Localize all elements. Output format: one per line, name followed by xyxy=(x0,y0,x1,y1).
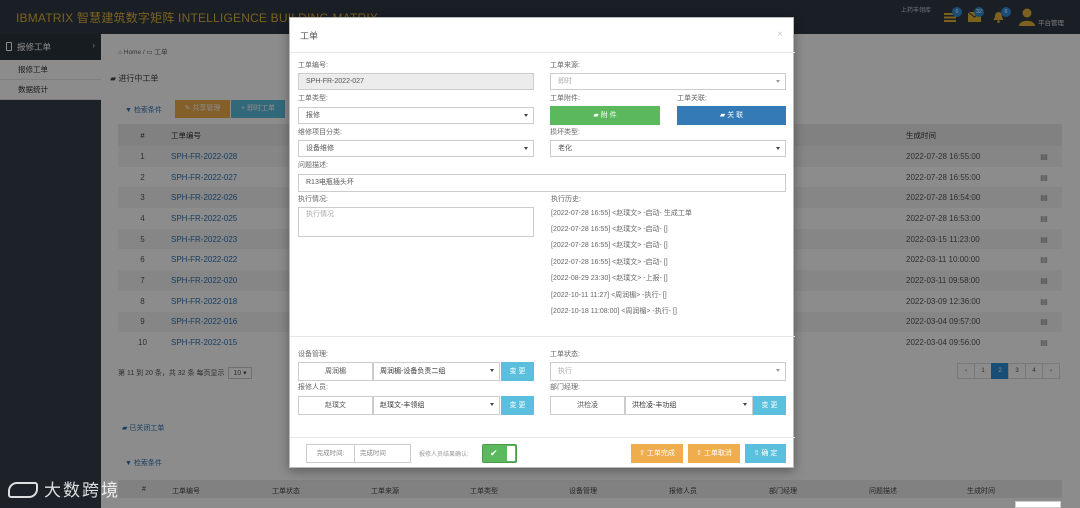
history-entry: [2022-07-28 16:55] <赵璞文> -启动- [] xyxy=(551,226,668,233)
ok-label: 确 定 xyxy=(761,450,778,457)
equip-select-value: 周润楣-设备负责二组 xyxy=(380,368,446,375)
finish-time-input[interactable]: 完成时间 xyxy=(357,450,386,457)
cancel-order-button[interactable]: ⇧ 工单取消 xyxy=(688,444,740,463)
check-icon: ✔ xyxy=(490,448,498,458)
manager-label: 部门经理: xyxy=(550,384,580,391)
ticket-no-label: 工单编号: xyxy=(298,62,328,69)
desc-label: 问题描述: xyxy=(298,162,328,169)
exec-textarea[interactable]: 执行情况 xyxy=(298,207,534,237)
attach-button-label: 附 件 xyxy=(600,112,617,119)
confirm-toggle[interactable]: ✔ xyxy=(482,444,517,463)
link-button[interactable]: ▰ 关 联 xyxy=(677,106,786,125)
manager-change-button[interactable]: 变 更 xyxy=(753,396,786,415)
exec-label: 执行情况: xyxy=(298,196,328,203)
desc-input[interactable]: R13电瓶插头坏 xyxy=(298,174,786,192)
history-entry: [2022-10-18 11:08:00] <周润楣> -执行- [] xyxy=(551,308,677,315)
history-entry: [2022-07-28 16:55] <赵璞文> -启动- [] xyxy=(551,259,668,266)
history-entry: [2022-07-28 16:55] <赵璞文> -启动- [] xyxy=(551,242,668,249)
ticket-no-input: SPH-FR-2022-027 xyxy=(298,73,534,90)
link-icon: ▰ xyxy=(719,112,726,119)
status-label: 工单状态: xyxy=(550,351,580,358)
type-label: 工单类型: xyxy=(298,95,328,102)
reporter-label: 报修人员: xyxy=(298,384,328,391)
watermark: 大数跨境 xyxy=(8,476,120,501)
category-select[interactable]: 设备维修 xyxy=(298,140,534,157)
manager-name: 洪检凌 xyxy=(550,396,625,415)
manager-select-value: 洪检凌-丰功组 xyxy=(632,402,677,409)
complete-order-label: 工单完成 xyxy=(646,450,675,457)
equip-label: 设备管理: xyxy=(298,351,328,358)
modal-title: 工单 xyxy=(300,31,319,41)
chevron-down-icon xyxy=(490,369,494,372)
status-select[interactable]: 执行 xyxy=(550,362,786,381)
history-entry: [2022-10-11 11:27] <周润楣> -执行- [] xyxy=(551,292,667,299)
chevron-down-icon xyxy=(524,147,528,150)
equip-select[interactable]: 周润楣-设备负责二组 xyxy=(373,362,500,381)
confirm-text: 报修人员结果确认: xyxy=(419,452,469,458)
category-label: 维修项目分类: xyxy=(298,129,342,136)
source-select[interactable]: 即时 xyxy=(550,73,786,90)
chevron-down-icon xyxy=(776,369,780,372)
attach-button[interactable]: ▰ 附 件 xyxy=(550,106,660,125)
reporter-select[interactable]: 赵璞文-丰领组 xyxy=(373,396,500,415)
work-order-modal: 工单 × 工单编号: SPH-FR-2022-027 工单来源: 即时 工单类型… xyxy=(289,17,795,468)
chevron-down-icon xyxy=(490,403,494,406)
manager-select[interactable]: 洪检凌-丰功组 xyxy=(625,396,753,415)
damage-label: 损坏类型: xyxy=(550,129,580,136)
chevron-down-icon xyxy=(743,403,747,406)
type-select[interactable]: 报修 xyxy=(298,107,534,124)
source-label: 工单来源: xyxy=(550,62,580,69)
reporter-change-button[interactable]: 变 更 xyxy=(501,396,534,415)
chevron-down-icon xyxy=(776,80,780,83)
modal-divider xyxy=(290,336,795,337)
reporter-name: 赵璞文 xyxy=(298,396,373,415)
modal-divider xyxy=(290,52,795,53)
modal-divider xyxy=(290,437,795,438)
chevron-down-icon xyxy=(524,114,528,117)
equip-name: 周润楣 xyxy=(298,362,373,381)
close-icon[interactable]: × xyxy=(777,29,783,40)
reporter-select-value: 赵璞文-丰领组 xyxy=(380,402,425,409)
ok-button[interactable]: ⇧ 确 定 xyxy=(745,444,786,463)
chevron-down-icon xyxy=(776,147,780,150)
equip-change-button[interactable]: 变 更 xyxy=(501,362,534,381)
history-entry: [2022-08-29 23:30] <赵璞文> -上报- [] xyxy=(551,275,668,282)
category-value: 设备维修 xyxy=(306,145,334,152)
link-label: 工单关联: xyxy=(677,95,707,102)
cancel-order-label: 工单取消 xyxy=(703,450,732,457)
type-value: 报修 xyxy=(306,112,320,119)
finish-time-label: 完成时间: xyxy=(307,445,355,462)
source-value: 即时 xyxy=(558,78,572,85)
watermark-text: 大数跨境 xyxy=(44,481,120,500)
link-button-label: 关 联 xyxy=(727,112,744,119)
damage-select[interactable]: 老化 xyxy=(550,140,786,157)
finish-time-group[interactable]: 完成时间: 完成时间 xyxy=(306,444,411,463)
attach-label: 工单附件: xyxy=(550,95,580,102)
floating-box xyxy=(1015,501,1061,508)
watermark-logo xyxy=(8,482,38,498)
status-value: 执行 xyxy=(558,368,572,375)
history-entry: [2022-07-28 16:55] <赵璞文> -启动- 生成工单 xyxy=(551,210,692,217)
folder-icon: ▰ xyxy=(593,112,599,119)
complete-order-button[interactable]: ⇧ 工单完成 xyxy=(631,444,683,463)
toggle-knob xyxy=(507,446,515,461)
history-label: 执行历史: xyxy=(551,196,581,203)
damage-value: 老化 xyxy=(558,145,572,152)
